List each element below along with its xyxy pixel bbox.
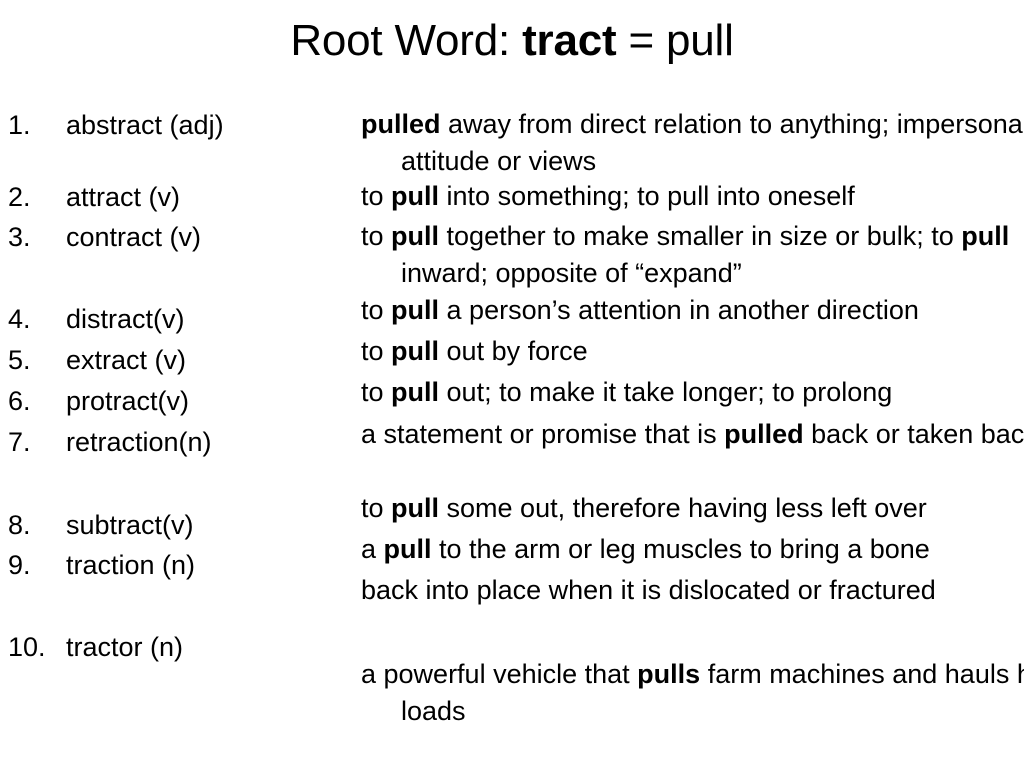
vocabulary-word: abstract (adj) (66, 110, 224, 140)
definition-text: a pull to the arm or leg muscles to brin… (361, 534, 930, 564)
definition-text: to pull out; to make it take longer; to … (361, 377, 893, 407)
definition-continuation-line: back into place when it is dislocated or… (361, 575, 936, 605)
vocabulary-word-row: 1. abstract (adj) (0, 106, 355, 144)
vocabulary-word-row: 6. protract(v) (0, 382, 355, 420)
definition-text: pulled away from direct relation to anyt… (361, 109, 1024, 176)
definition-text: to pull into something; to pull into one… (361, 181, 855, 211)
list-number: 3. (8, 222, 31, 252)
vocabulary-word: subtract(v) (66, 510, 194, 540)
list-number: 2. (8, 182, 31, 212)
vocabulary-word-row: 5. extract (v) (0, 341, 355, 379)
list-number: 8. (8, 510, 31, 540)
definition-text: a statement or promise that is pulled ba… (361, 419, 1024, 449)
title-suffix: = pull (616, 16, 734, 65)
vocabulary-word-list: 1. abstract (adj) 2. attract (v) 3. contract … (0, 98, 355, 768)
definition-text: to pull some out, therefore having less … (361, 493, 927, 523)
vocabulary-word: extract (v) (66, 345, 187, 375)
title-prefix: Root Word: (290, 16, 523, 65)
title-root-word: tract (522, 16, 617, 65)
vocabulary-word-row: 9. traction (n) (0, 546, 355, 584)
list-number: 1. (8, 110, 31, 140)
vocabulary-word-row: 10. tractor (n) (0, 628, 355, 666)
page-title: Root Word: tract = pull (0, 14, 1024, 68)
vocabulary-word-row: 8. subtract(v) (0, 506, 355, 544)
definition-text: to pull a person’s attention in another … (361, 295, 919, 325)
vocabulary-word: protract(v) (66, 386, 190, 416)
list-number: 5. (8, 345, 31, 375)
list-number: 4. (8, 304, 31, 334)
definition-text: a powerful vehicle that pulls farm machi… (361, 659, 1024, 726)
vocabulary-word: attract (v) (66, 182, 181, 212)
list-number: 6. (8, 386, 31, 416)
slide-canvas: Root Word: tract = pull 1. abstract (adj)… (0, 0, 1024, 768)
vocabulary-word: retraction(n) (66, 427, 212, 457)
list-number: 9. (8, 550, 31, 580)
vocabulary-word-row: 7. retraction(n) (0, 423, 355, 461)
slide-body: 1. abstract (adj) 2. attract (v) 3. contract … (0, 98, 1024, 768)
vocabulary-word: tractor (n) (66, 632, 184, 662)
list-number: 10. (8, 632, 46, 662)
list-number: 7. (8, 427, 31, 457)
vocabulary-word: contract (v) (66, 222, 202, 252)
definition-list: pulled away from direct relation to anyt… (355, 98, 1024, 768)
vocabulary-word-row: 2. attract (v) (0, 178, 355, 216)
vocabulary-word: distract(v) (66, 304, 185, 334)
definition-text: to pull out by force (361, 336, 588, 366)
definition-text: to pull together to make smaller in size… (361, 221, 1010, 288)
vocabulary-word-row: 3. contract (v) (0, 218, 355, 256)
vocabulary-word-row: 4. distract(v) (0, 300, 355, 338)
vocabulary-word: traction (n) (66, 550, 196, 580)
